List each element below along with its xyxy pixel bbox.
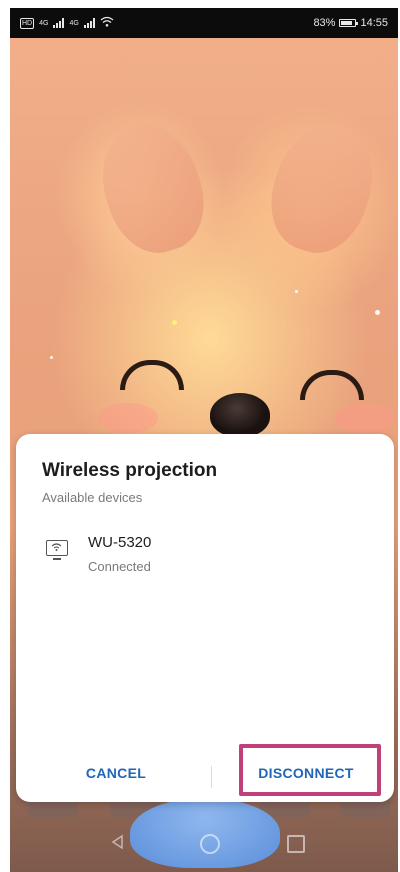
sparkle (295, 290, 298, 293)
signal-label-2: 4G (69, 19, 79, 27)
signal-bars-icon (53, 18, 65, 28)
wallpaper-ear-right (257, 111, 388, 265)
sparkle (375, 310, 380, 315)
status-bar-right: 83% 14:55 (313, 17, 388, 29)
sparkle (172, 320, 177, 325)
wireless-projection-dialog: Wireless projection Available devices WU… (16, 434, 394, 802)
wifi-icon (100, 16, 114, 30)
wallpaper-ear-left (87, 111, 218, 265)
signal-bars-icon (83, 18, 95, 28)
phone-screen: HD 4G 4G 83% 14:55 Wireless projection A… (10, 8, 398, 872)
battery-fill (341, 21, 353, 25)
button-divider (211, 766, 212, 788)
device-name: WU-5320 (88, 534, 152, 551)
cast-display-icon (46, 540, 68, 560)
disconnect-highlight-box (239, 744, 381, 796)
battery-percent: 83% (313, 17, 336, 29)
hd-badge: HD (20, 17, 35, 29)
cancel-button[interactable]: CANCEL (36, 744, 196, 802)
dialog-subtitle: Available devices (42, 490, 143, 505)
wallpaper-eye-left (120, 360, 184, 390)
sparkle (50, 356, 53, 359)
wallpaper-blush-right (335, 403, 395, 433)
battery-icon (339, 19, 359, 27)
signal-label-1: 4G (39, 19, 49, 27)
clock: 14:55 (360, 17, 388, 29)
dialog-title: Wireless projection (42, 460, 218, 481)
wallpaper-eye-right (300, 370, 364, 400)
back-icon[interactable] (103, 834, 133, 855)
device-list-item[interactable]: WU-5320 Connected (42, 526, 372, 576)
device-status: Connected (88, 559, 151, 574)
navigation-bar (10, 816, 398, 872)
home-icon[interactable] (199, 834, 220, 854)
status-bar: HD 4G 4G 83% 14:55 (10, 8, 398, 38)
status-bar-left: HD 4G 4G (20, 16, 114, 30)
wallpaper-nose (210, 393, 270, 437)
wallpaper-blush-left (98, 403, 158, 433)
recents-icon[interactable] (286, 835, 305, 853)
